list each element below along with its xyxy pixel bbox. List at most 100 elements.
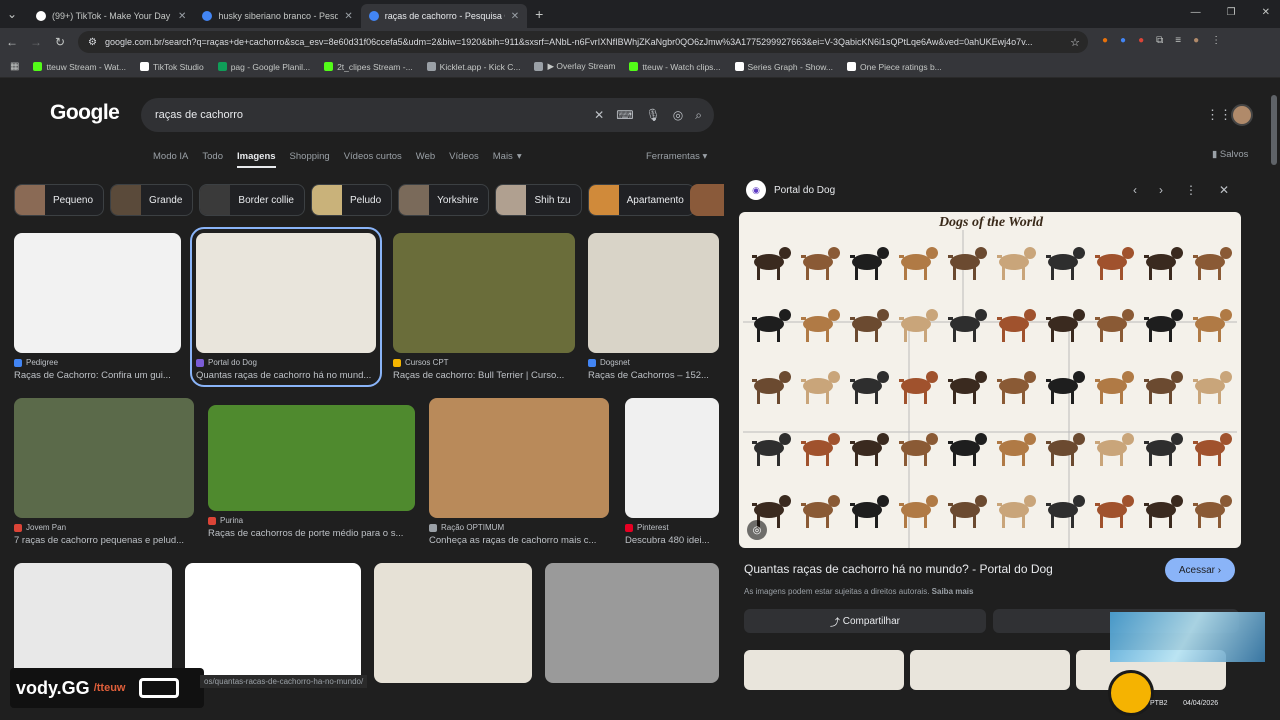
lens-icon[interactable]: ◎	[673, 108, 683, 123]
refine-chip[interactable]: Grande	[110, 184, 194, 216]
account-avatar[interactable]	[1231, 104, 1253, 126]
forward-icon[interactable]: →	[24, 35, 48, 49]
minimize-icon[interactable]: —	[1191, 7, 1201, 18]
result-thumbnail[interactable]	[625, 398, 719, 518]
bookmark-item[interactable]: Kicklet.app - Kick C...	[426, 61, 520, 72]
menu-dots-icon[interactable]: ⋮	[1211, 35, 1221, 46]
tab-search-button[interactable]: ⌄	[0, 7, 24, 21]
result-thumbnail[interactable]	[393, 233, 575, 353]
result-caption[interactable]: Conheça as raças de cachorro mais c...	[429, 535, 609, 546]
bookmark-item[interactable]: pag - Google Planil...	[217, 61, 310, 72]
search-mode-tab[interactable]: Vídeos	[449, 151, 479, 168]
result-thumbnail[interactable]	[14, 233, 181, 353]
refine-chip[interactable]: Pequeno	[14, 184, 105, 216]
preview-image[interactable]: Dogs of the World ◎	[739, 212, 1241, 548]
result-thumbnail[interactable]	[588, 233, 719, 353]
bookmark-item[interactable]: Series Graph - Show...	[734, 61, 833, 72]
result-caption[interactable]: Raças de Cachorros – 152...	[588, 370, 719, 381]
browser-tab[interactable]: raças de cachorro - Pesquisa G... ✕	[360, 4, 528, 28]
result-caption[interactable]: Descubra 480 idei...	[625, 535, 719, 546]
panel-title[interactable]: Quantas raças de cachorro há no mundo? -…	[744, 562, 1053, 576]
new-tab-button[interactable]: +	[527, 6, 551, 22]
bookmark-item[interactable]: One Piece ratings b...	[847, 61, 942, 72]
result-thumbnail[interactable]	[14, 563, 172, 683]
result-source[interactable]: Ração OPTIMUM	[429, 523, 609, 532]
image-result[interactable]: Portal do Dog Quantas raças de cachorro …	[190, 227, 382, 387]
result-caption[interactable]: Raças de Cachorro: Confira um gui...	[14, 370, 181, 381]
mic-icon[interactable]: 🎙	[646, 108, 661, 123]
image-result[interactable]: Ração OPTIMUM Conheça as raças de cachor…	[429, 398, 609, 546]
search-mode-tab[interactable]: Imagens	[237, 151, 276, 168]
panel-site-name[interactable]: Portal do Dog	[774, 185, 835, 196]
result-caption[interactable]: 7 raças de cachorro pequenas e pelud...	[14, 535, 194, 546]
close-panel-icon[interactable]: ✕	[1219, 183, 1229, 197]
prev-arrow-icon[interactable]: ‹	[1133, 183, 1137, 197]
browser-tab[interactable]: (99+) TikTok - Make Your Day ✕	[28, 4, 194, 28]
bookmark-item[interactable]: tteuw Stream - Wat...	[33, 61, 126, 72]
result-source[interactable]: Cursos CPT	[393, 358, 575, 367]
refine-chip[interactable]: Peludo	[311, 184, 393, 216]
search-icon[interactable]: ⌕	[695, 108, 702, 123]
result-thumbnail[interactable]	[196, 233, 376, 353]
tab-close-icon[interactable]: ✕	[511, 11, 519, 22]
search-mode-tab[interactable]: Modo IA	[153, 151, 188, 168]
image-result[interactable]: Jovem Pan 7 raças de cachorro pequenas e…	[14, 398, 194, 546]
refine-chip[interactable]: Border collie	[199, 184, 305, 216]
more-options-icon[interactable]: ⋮	[1185, 183, 1197, 197]
result-source[interactable]: Dogsnet	[588, 358, 719, 367]
image-result[interactable]: Pedigree Raças de Cachorro: Confira um g…	[14, 233, 181, 381]
more-chevron-icon[interactable]: ▾	[517, 151, 522, 168]
refine-chip[interactable]: Yorkshire	[398, 184, 490, 216]
apps-grid-icon[interactable]: ▦	[10, 61, 19, 72]
search-mode-tab[interactable]: Vídeos curtos	[344, 151, 402, 168]
refine-chip[interactable]: Shih tzu	[495, 184, 582, 216]
refine-chip[interactable]: Apartamento	[587, 184, 695, 216]
share-button[interactable]: ⤴ Compartilhar	[744, 609, 986, 633]
extensions-puzzle-icon[interactable]: ⧉	[1156, 35, 1163, 46]
learn-more-link[interactable]: Saiba mais	[932, 587, 974, 596]
search-mode-tab[interactable]: Todo	[202, 151, 223, 168]
search-input[interactable]: raças de cachorro	[155, 109, 243, 121]
lens-search-icon[interactable]: ◎	[747, 520, 767, 540]
result-thumbnail[interactable]	[545, 563, 719, 683]
image-result[interactable]: Pinterest Descubra 480 idei...	[625, 398, 719, 546]
extension-icon[interactable]: ●	[1120, 35, 1126, 46]
google-logo[interactable]: Google	[50, 101, 120, 125]
result-source[interactable]: Jovem Pan	[14, 523, 194, 532]
image-result[interactable]: Dogsnet Raças de Cachorros – 152...	[588, 233, 719, 381]
reading-list-icon[interactable]: ≡	[1175, 35, 1181, 46]
close-window-icon[interactable]: ✕	[1262, 7, 1270, 18]
profile-avatar[interactable]: ●	[1193, 35, 1199, 46]
result-thumbnail[interactable]	[429, 398, 609, 518]
bookmark-star-icon[interactable]: ☆	[1070, 36, 1080, 49]
search-mode-tab[interactable]: Shopping	[290, 151, 330, 168]
related-image[interactable]	[744, 650, 904, 690]
back-icon[interactable]: ←	[0, 35, 24, 49]
image-result[interactable]: Cursos CPT Raças de cachorro: Bull Terri…	[393, 233, 575, 381]
result-thumbnail[interactable]	[208, 405, 415, 511]
result-thumbnail[interactable]	[374, 563, 532, 683]
extension-icon[interactable]: ●	[1102, 35, 1108, 46]
visit-button[interactable]: Acessar ›	[1165, 558, 1235, 582]
result-thumbnail[interactable]	[14, 398, 194, 518]
browser-tab[interactable]: husky siberiano branco - Pesqu... ✕	[194, 4, 360, 28]
reload-icon[interactable]: ↻	[48, 35, 72, 49]
result-caption[interactable]: Raças de cachorro: Bull Terrier | Curso.…	[393, 370, 575, 381]
result-source[interactable]: Pinterest	[625, 523, 719, 532]
tab-close-icon[interactable]: ✕	[344, 11, 352, 22]
restore-icon[interactable]: ❐	[1227, 7, 1236, 18]
result-thumbnail[interactable]	[185, 563, 361, 683]
bookmark-item[interactable]: TikTok Studio	[139, 61, 204, 72]
search-box[interactable]: raças de cachorro ✕ ⌨ 🎙 ◎ ⌕	[141, 98, 714, 132]
tab-close-icon[interactable]: ✕	[178, 11, 186, 22]
tools-menu[interactable]: Ferramentas ▾	[646, 151, 707, 162]
search-mode-tab[interactable]: Mais	[493, 151, 513, 168]
result-source[interactable]: Purina	[208, 516, 415, 525]
result-source[interactable]: Pedigree	[14, 358, 181, 367]
result-caption[interactable]: Raças de cachorros de porte médio para o…	[208, 528, 415, 539]
keyboard-icon[interactable]: ⌨	[616, 108, 633, 123]
result-caption[interactable]: Quantas raças de cachorro há no mund...	[196, 370, 376, 381]
saved-button[interactable]: ▮ Salvos	[1212, 149, 1248, 160]
next-arrow-icon[interactable]: ›	[1159, 183, 1163, 197]
extension-icon[interactable]: ●	[1138, 35, 1144, 46]
